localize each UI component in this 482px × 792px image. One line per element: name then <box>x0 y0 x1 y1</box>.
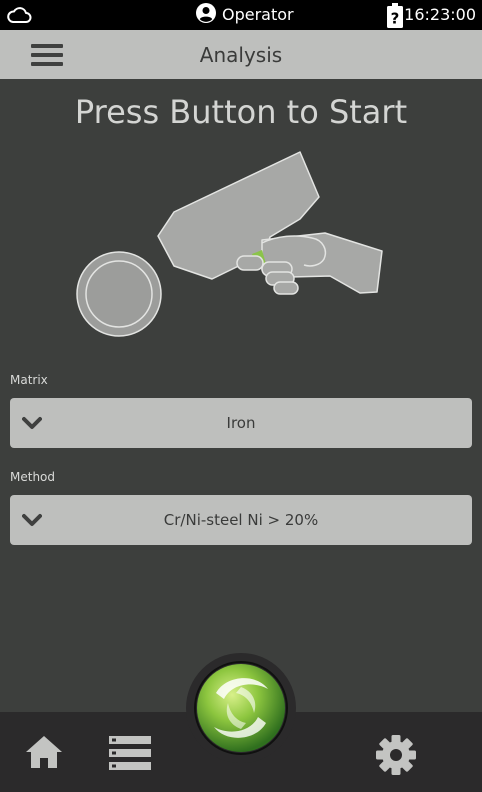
cloud-icon <box>6 5 32 29</box>
list-icon[interactable] <box>109 736 151 774</box>
handheld-analyzer-illustration <box>0 140 482 360</box>
gear-icon[interactable] <box>375 734 417 780</box>
status-bar: Operator ? 16:23:00 <box>0 0 482 30</box>
matrix-select[interactable]: Iron <box>10 398 472 448</box>
method-label: Method <box>10 470 56 484</box>
handheld-analyzer-icon <box>157 151 383 295</box>
svg-text:?: ? <box>391 10 400 28</box>
user-indicator: Operator <box>196 3 294 27</box>
header-bar: Analysis <box>0 30 482 79</box>
start-analysis-button[interactable] <box>196 663 286 753</box>
matrix-label: Matrix <box>10 373 48 387</box>
battery-unknown-icon: ? <box>387 3 403 32</box>
clock: 16:23:00 <box>404 5 476 24</box>
method-select[interactable]: Cr/Ni-steel Ni > 20% <box>10 495 472 545</box>
method-value: Cr/Ni-steel Ni > 20% <box>163 511 319 529</box>
app-screen: Operator ? 16:23:00 Analysis Press Butto… <box>0 0 482 792</box>
user-circle-icon <box>196 3 216 27</box>
matrix-value: Iron <box>226 414 256 432</box>
start-prompt: Press Button to Start <box>74 93 408 131</box>
page-title: Analysis <box>199 43 283 67</box>
start-analysis-button-icon <box>197 664 285 752</box>
sample-disk-icon <box>76 251 162 337</box>
home-icon[interactable] <box>24 734 64 774</box>
user-label: Operator <box>222 5 294 24</box>
